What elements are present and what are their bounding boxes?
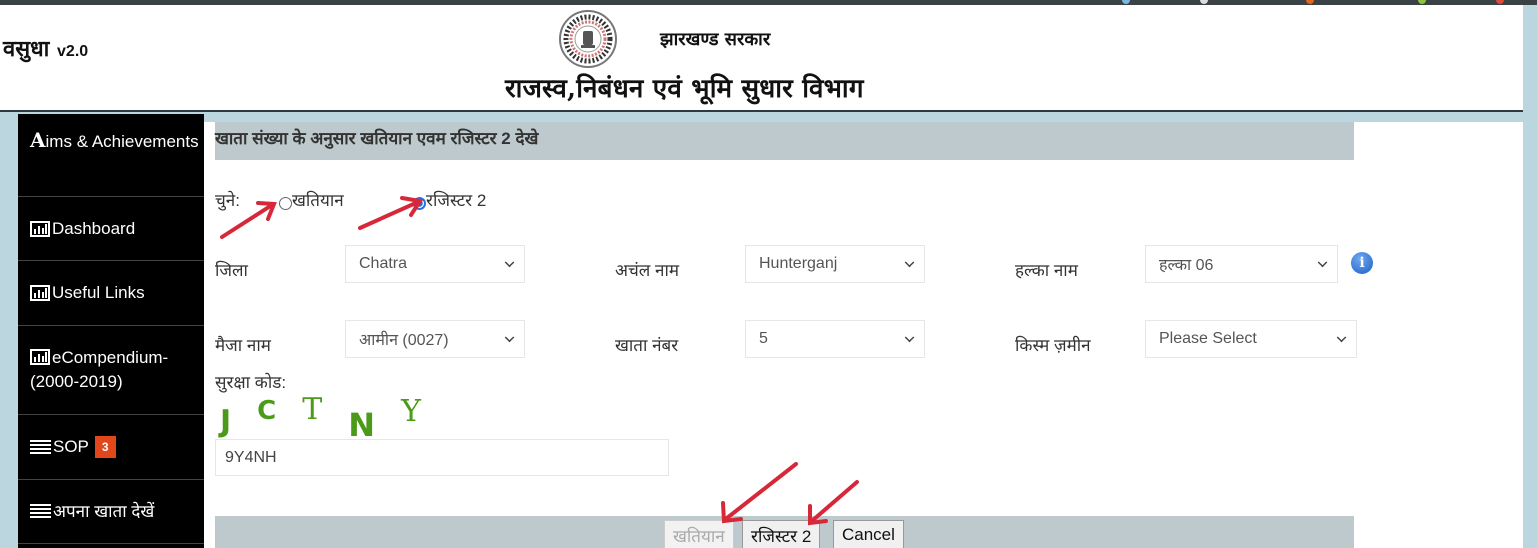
arrow-icon [220, 196, 859, 526]
annotation-arrows [220, 196, 859, 526]
